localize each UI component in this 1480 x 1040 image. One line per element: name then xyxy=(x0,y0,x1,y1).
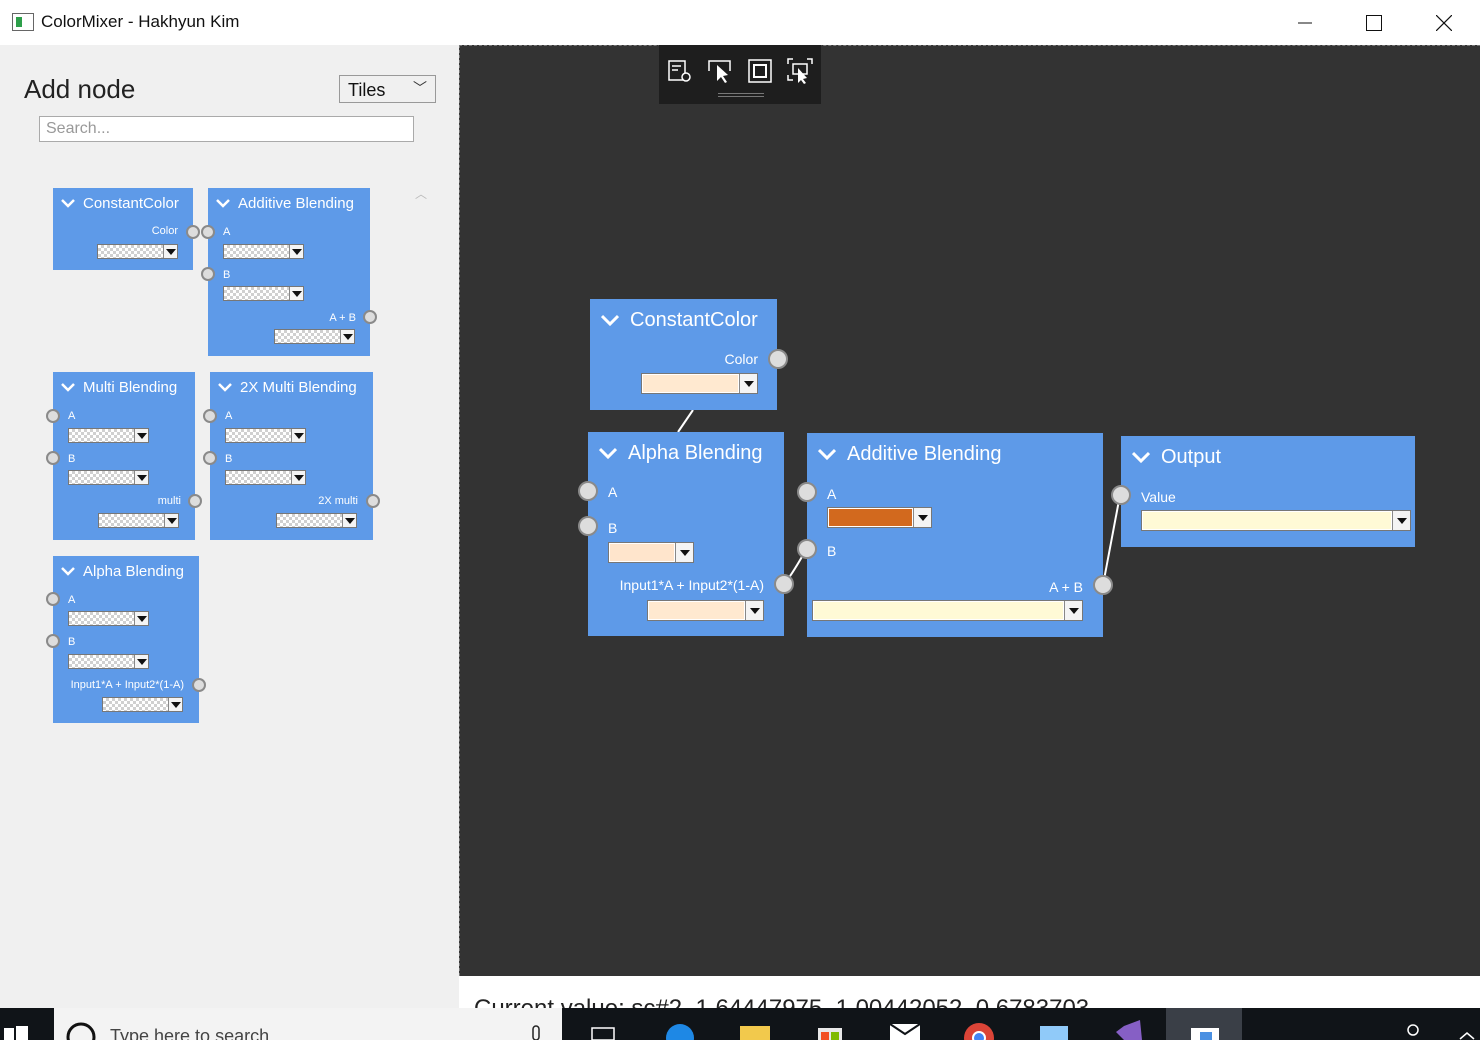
chevron-down-icon xyxy=(599,447,617,459)
visual-studio-icon[interactable] xyxy=(1112,1020,1146,1040)
wire-additive-to-output xyxy=(1102,494,1121,586)
app-window: ColorMixer - Hakhyun Kim Add node Tiles … xyxy=(0,0,1480,1040)
output-port[interactable] xyxy=(768,349,788,369)
color-swatch xyxy=(814,602,1063,619)
chevron-down-icon xyxy=(818,448,836,460)
graph-node-constant-color[interactable]: ConstantColor Color xyxy=(590,299,788,410)
dropdown-arrow-icon xyxy=(1064,601,1082,620)
color-swatch xyxy=(643,375,738,392)
edge-icon[interactable] xyxy=(664,1020,696,1040)
port-label: Value xyxy=(1141,489,1176,505)
chrome-icon[interactable] xyxy=(962,1020,996,1040)
mail-icon[interactable] xyxy=(888,1022,922,1040)
node-title: Alpha Blending xyxy=(628,441,763,464)
dropdown-arrow-icon xyxy=(1392,511,1410,530)
graph-node-alpha-blending[interactable]: Alpha Blending A B Input1*A + Input2*(1-… xyxy=(578,432,794,636)
dropdown-arrow-icon xyxy=(675,543,693,562)
port-label: A xyxy=(827,486,837,502)
taskbar-active-app[interactable] xyxy=(1166,1008,1242,1040)
network-app-icon[interactable] xyxy=(1036,1020,1072,1040)
dropdown-arrow-icon xyxy=(913,508,931,527)
windows-start-icon[interactable] xyxy=(4,1024,28,1040)
taskbar-search-placeholder: Type here to search xyxy=(110,1026,270,1040)
chevron-down-icon xyxy=(1132,451,1150,463)
color-dropdown[interactable] xyxy=(827,507,932,528)
node-title: Additive Blending xyxy=(847,442,1002,465)
chevron-up-icon[interactable] xyxy=(1458,1030,1476,1040)
color-dropdown[interactable] xyxy=(608,542,694,563)
port-label: B xyxy=(827,543,837,559)
output-port[interactable] xyxy=(774,574,794,594)
input-port-value[interactable] xyxy=(1111,485,1131,505)
input-port-b[interactable] xyxy=(797,539,817,559)
input-port-b[interactable] xyxy=(578,516,598,536)
port-label: Color xyxy=(724,351,758,367)
input-port-a[interactable] xyxy=(797,482,817,502)
graph-node-additive-blending[interactable]: Additive Blending A B A + B xyxy=(797,433,1113,637)
colormixer-taskbar-icon xyxy=(1191,1028,1219,1040)
color-dropdown[interactable] xyxy=(641,373,758,394)
color-swatch xyxy=(829,509,912,526)
store-icon[interactable] xyxy=(814,1020,846,1040)
port-label: A xyxy=(608,484,618,500)
task-view-icon[interactable] xyxy=(588,1026,618,1040)
cortana-icon[interactable] xyxy=(64,1020,98,1040)
port-label: A + B xyxy=(1049,579,1083,595)
node-title: Output xyxy=(1161,445,1222,468)
dropdown-arrow-icon xyxy=(739,374,757,393)
file-explorer-icon[interactable] xyxy=(738,1022,772,1040)
microphone-icon[interactable] xyxy=(528,1024,544,1040)
color-swatch xyxy=(649,602,744,619)
input-port-a[interactable] xyxy=(578,481,598,501)
graph-node-output[interactable]: Output Value xyxy=(1111,436,1415,547)
color-swatch xyxy=(610,544,674,561)
color-dropdown[interactable] xyxy=(647,600,764,621)
chevron-down-icon xyxy=(601,314,619,326)
port-label: Input1*A + Input2*(1-A) xyxy=(619,577,764,593)
dropdown-arrow-icon xyxy=(745,601,763,620)
port-label: B xyxy=(608,520,618,536)
output-port[interactable] xyxy=(1093,575,1113,595)
color-dropdown[interactable] xyxy=(1141,510,1411,531)
color-dropdown[interactable] xyxy=(812,600,1083,621)
node-title: ConstantColor xyxy=(630,308,758,331)
color-swatch xyxy=(1143,512,1391,529)
wire-constant-to-alpha xyxy=(677,409,694,433)
people-icon[interactable] xyxy=(1400,1022,1426,1040)
